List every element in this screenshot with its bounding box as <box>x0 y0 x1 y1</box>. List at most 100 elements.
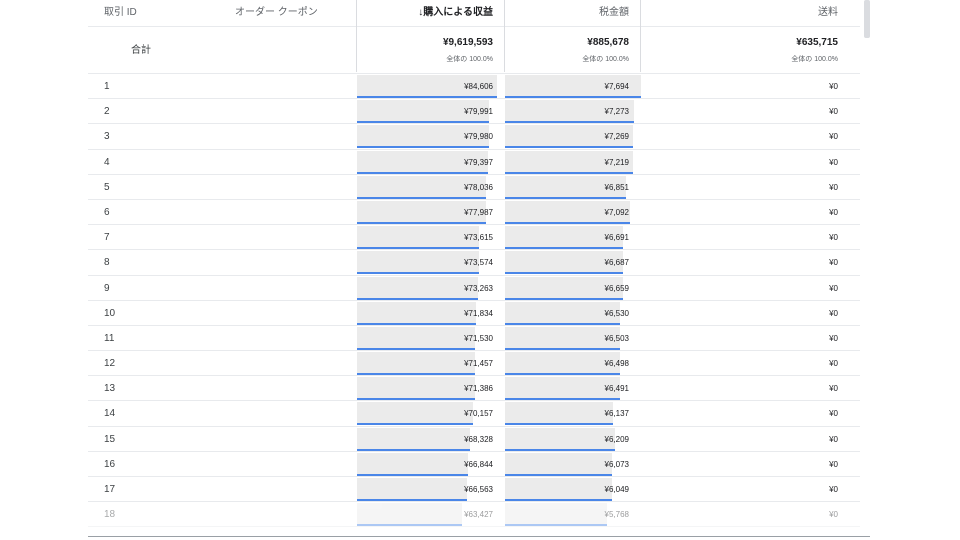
tax-value: ¥6,503 <box>604 333 629 343</box>
total-shipping: ¥635,715 全体の 100.0% <box>641 37 838 64</box>
row-index: 15 <box>104 433 116 445</box>
table-row[interactable]: 6 ¥77,987 ¥7,092 ¥0 <box>88 200 860 226</box>
revenue-value: ¥73,574 <box>464 258 493 268</box>
row-index: 6 <box>104 206 110 218</box>
table-row[interactable]: 11 ¥71,530 ¥6,503 ¥0 <box>88 326 860 352</box>
table-row[interactable]: 14 ¥70,157 ¥6,137 ¥0 <box>88 401 860 427</box>
revenue-bar <box>357 347 475 350</box>
row-index: 9 <box>104 282 110 294</box>
table-row[interactable]: 9 ¥73,263 ¥6,659 ¥0 <box>88 276 860 301</box>
row-index: 16 <box>104 458 116 470</box>
table-row[interactable]: 18 ¥63,427 ¥5,768 ¥0 <box>88 502 860 528</box>
table-row[interactable]: 8 ¥73,574 ¥6,687 ¥0 <box>88 250 860 276</box>
revenue-bar <box>357 373 475 376</box>
tax-bar <box>505 196 626 199</box>
revenue-bar <box>357 221 486 224</box>
revenue-value: ¥77,987 <box>464 207 493 217</box>
revenue-value: ¥66,844 <box>464 459 493 469</box>
tax-bar <box>505 247 623 250</box>
tax-value: ¥6,491 <box>604 384 629 394</box>
row-index: 4 <box>104 156 110 168</box>
table-row[interactable]: 2 ¥79,991 ¥7,273 ¥0 <box>88 99 860 125</box>
revenue-value: ¥73,615 <box>464 233 493 243</box>
row-index: 5 <box>104 181 110 193</box>
tax-bar <box>505 347 620 350</box>
revenue-value: ¥71,457 <box>464 359 493 369</box>
row-index: 2 <box>104 106 110 118</box>
row-index: 17 <box>104 484 116 495</box>
column-header-order-coupon[interactable]: オーダー クーポン <box>235 0 318 26</box>
totals-row: 合計 ¥9,619,593 全体の 100.0% ¥885,678 全体の 10… <box>88 27 860 74</box>
tax-value: ¥6,691 <box>604 233 629 243</box>
tax-bar <box>505 96 641 98</box>
tax-value: ¥6,049 <box>604 485 629 494</box>
revenue-bar <box>357 524 462 527</box>
revenue-value: ¥84,606 <box>464 82 493 91</box>
column-header-shipping[interactable]: 送料 <box>641 0 838 26</box>
transactions-table: 取引 ID オーダー クーポン ↓購入による収益 税金額 送料 合計 ¥9,61… <box>88 0 860 528</box>
total-tax-pct: 全体の 100.0% <box>582 56 629 63</box>
revenue-bar <box>357 247 479 250</box>
total-revenue: ¥9,619,593 全体の 100.0% <box>357 37 493 64</box>
tax-bar <box>505 171 633 174</box>
column-divider <box>504 0 505 72</box>
tax-value: ¥6,498 <box>604 359 629 369</box>
tax-bar <box>505 297 623 300</box>
revenue-value: ¥70,157 <box>464 409 493 419</box>
column-header-revenue[interactable]: ↓購入による収益 <box>357 0 493 26</box>
shipping-value: ¥0 <box>829 333 838 343</box>
revenue-bar <box>357 473 468 476</box>
revenue-value: ¥68,328 <box>464 434 493 444</box>
tax-bar <box>505 448 615 451</box>
table-row[interactable]: 7 ¥73,615 ¥6,691 ¥0 <box>88 225 860 251</box>
tax-value: ¥6,209 <box>604 434 629 444</box>
table-row[interactable]: 10 ¥71,834 ¥6,530 ¥0 <box>88 301 860 326</box>
revenue-bar <box>357 499 467 501</box>
shipping-value: ¥0 <box>829 485 838 494</box>
scrollbar-thumb[interactable] <box>864 0 870 38</box>
table-row[interactable]: 4 ¥79,397 ¥7,219 ¥0 <box>88 150 860 175</box>
revenue-bar <box>357 171 488 174</box>
tax-value: ¥6,137 <box>604 409 629 419</box>
column-header-transaction-id[interactable]: 取引 ID <box>104 0 137 26</box>
tax-bar <box>505 524 607 527</box>
table-header: 取引 ID オーダー クーポン ↓購入による収益 税金額 送料 <box>88 0 860 27</box>
revenue-value: ¥71,834 <box>464 308 493 318</box>
row-separator <box>124 526 860 528</box>
tax-value: ¥6,073 <box>604 459 629 469</box>
shipping-value: ¥0 <box>829 182 838 192</box>
revenue-bar <box>357 398 475 401</box>
table-row[interactable]: 16 ¥66,844 ¥6,073 ¥0 <box>88 452 860 477</box>
table-row[interactable]: 5 ¥78,036 ¥6,851 ¥0 <box>88 175 860 200</box>
table-row[interactable]: 13 ¥71,386 ¥6,491 ¥0 <box>88 376 860 402</box>
row-index: 8 <box>104 257 110 269</box>
revenue-value: ¥71,530 <box>464 333 493 343</box>
shipping-value: ¥0 <box>829 409 838 419</box>
tax-bar <box>505 499 612 501</box>
column-header-tax[interactable]: 税金額 <box>505 0 629 26</box>
revenue-value: ¥79,397 <box>464 157 493 167</box>
table-row[interactable]: 12 ¥71,457 ¥6,498 ¥0 <box>88 351 860 377</box>
shipping-value: ¥0 <box>829 510 838 520</box>
shipping-value: ¥0 <box>829 132 838 142</box>
tax-bar <box>505 272 623 275</box>
revenue-bar <box>357 121 489 124</box>
tax-bar <box>505 322 620 325</box>
tax-value: ¥7,694 <box>604 82 629 91</box>
tax-bar <box>505 221 630 224</box>
revenue-bar <box>357 297 478 300</box>
table-row[interactable]: 15 ¥68,328 ¥6,209 ¥0 <box>88 427 860 452</box>
table-row[interactable]: 1 ¥84,606 ¥7,694 ¥0 <box>88 74 860 100</box>
shipping-value: ¥0 <box>829 107 838 117</box>
table-row[interactable]: 17 ¥66,563 ¥6,049 ¥0 <box>88 477 860 503</box>
revenue-value: ¥63,427 <box>464 510 493 520</box>
revenue-value: ¥66,563 <box>464 485 493 494</box>
tax-bar <box>505 473 612 476</box>
table-row[interactable]: 3 ¥79,980 ¥7,269 ¥0 <box>88 124 860 150</box>
revenue-value: ¥78,036 <box>464 182 493 192</box>
shipping-value: ¥0 <box>829 233 838 243</box>
shipping-value: ¥0 <box>829 384 838 394</box>
total-revenue-pct: 全体の 100.0% <box>446 56 493 63</box>
revenue-bar <box>357 146 489 149</box>
revenue-value: ¥79,980 <box>464 132 493 142</box>
